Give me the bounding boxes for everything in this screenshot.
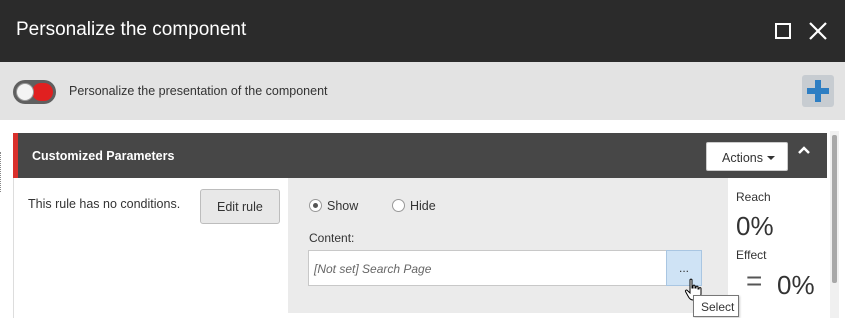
add-rule-button[interactable] [802,75,834,107]
edit-rule-button[interactable]: Edit rule [200,189,280,224]
window-title: Personalize the component [16,19,247,40]
personalize-toggle[interactable] [13,80,56,104]
show-radio-label[interactable]: Show [327,199,358,213]
content-value: [Not set] Search Page [314,262,432,276]
select-tooltip: Select [693,295,739,317]
show-radio[interactable] [309,199,322,212]
effect-equals-icon: = [746,265,763,296]
chevron-up-icon [798,146,810,154]
maximize-icon [775,23,791,39]
reach-value: 0% [736,211,774,241]
browse-label: ... [679,261,690,275]
close-icon [809,22,827,40]
caret-down-icon [767,156,775,160]
hide-radio-label[interactable]: Hide [410,199,436,213]
condition-text: This rule has no conditions. [28,197,181,211]
maximize-button[interactable] [772,20,794,42]
panel-edge-marker [0,152,4,192]
scrollbar-thumb[interactable] [832,135,837,283]
personalize-toggle-label: Personalize the presentation of the comp… [69,84,328,98]
content-label: Content: [309,231,355,245]
actions-label: Actions [722,151,763,165]
tooltip-text: Select [701,300,735,314]
actions-dropdown-button[interactable]: Actions [706,142,788,171]
edit-rule-label: Edit rule [217,200,263,214]
toggle-on-indicator [32,83,53,101]
effect-label: Effect [736,248,767,262]
radio-selected-dot [313,203,318,208]
content-field[interactable]: [Not set] Search Page [308,250,666,286]
hide-radio[interactable] [392,199,405,212]
reach-label: Reach [736,190,771,204]
collapse-rule-button[interactable] [795,143,813,157]
close-button[interactable] [807,20,829,42]
effect-value: 0% [777,270,815,300]
rule-name: Customized Parameters [32,149,175,163]
toggle-knob [16,83,34,101]
